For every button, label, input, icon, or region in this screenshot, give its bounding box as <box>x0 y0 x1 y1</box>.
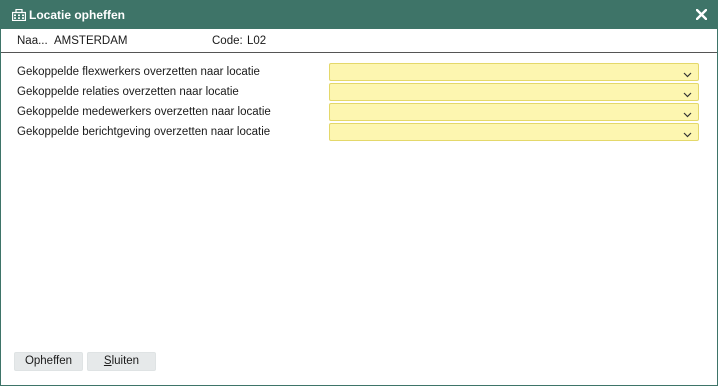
opheffen-button[interactable]: Opheffen <box>14 352 83 371</box>
chevron-down-icon <box>683 128 692 138</box>
medewerkers-location-select[interactable] <box>329 103 699 121</box>
row-berichtgeving: Gekoppelde berichtgeving overzetten naar… <box>1 123 717 143</box>
medewerkers-label: Gekoppelde medewerkers overzetten naar l… <box>17 106 271 118</box>
flexwerkers-label: Gekoppelde flexwerkers overzetten naar l… <box>17 66 260 78</box>
dialog-title: Locatie opheffen <box>29 8 126 22</box>
berichtgeving-label: Gekoppelde berichtgeving overzetten naar… <box>17 126 271 138</box>
title-bar: Locatie opheffen <box>1 1 717 29</box>
berichtgeving-location-select[interactable] <box>329 123 699 141</box>
row-medewerkers: Gekoppelde medewerkers overzetten naar l… <box>1 103 717 123</box>
chevron-down-icon <box>683 108 692 118</box>
sluiten-button[interactable]: Sluiten <box>87 352 156 371</box>
code-label: Code: <box>212 35 243 47</box>
close-icon[interactable] <box>694 7 708 21</box>
row-relaties: Gekoppelde relaties overzetten naar loca… <box>1 83 717 103</box>
relaties-label: Gekoppelde relaties overzetten naar loca… <box>17 86 239 98</box>
chevron-down-icon <box>683 88 692 98</box>
info-bar: Naa... AMSTERDAM Code: L02 <box>1 29 717 53</box>
name-label: Naa... <box>17 35 48 47</box>
flexwerkers-location-select[interactable] <box>329 63 699 81</box>
chevron-down-icon <box>683 68 692 78</box>
locatie-opheffen-dialog: Locatie opheffen Naa... AMSTERDAM Code: … <box>0 0 718 386</box>
relaties-location-select[interactable] <box>329 83 699 101</box>
row-flexwerkers: Gekoppelde flexwerkers overzetten naar l… <box>1 63 717 83</box>
name-value: AMSTERDAM <box>54 35 128 47</box>
building-icon <box>12 8 27 22</box>
code-value: L02 <box>247 35 267 47</box>
